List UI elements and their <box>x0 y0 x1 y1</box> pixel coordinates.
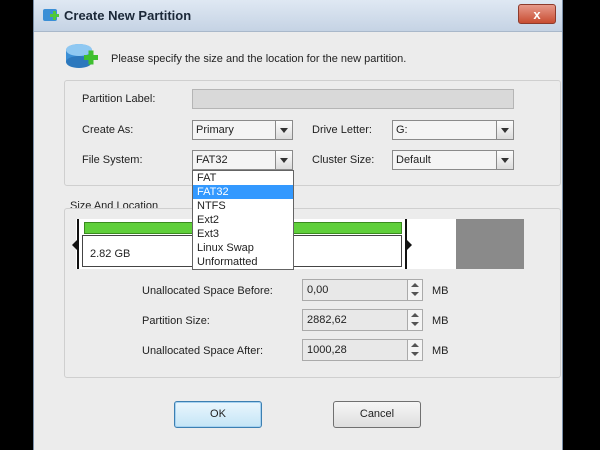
close-button[interactable]: x <box>518 4 556 24</box>
chevron-down-icon[interactable] <box>275 151 292 169</box>
unit-label: MB <box>432 285 449 297</box>
dropdown-option[interactable]: Ext2 <box>193 213 293 227</box>
file-system-dropdown-list: FAT FAT32 NTFS Ext2 Ext3 Linux Swap Unfo… <box>192 170 294 270</box>
file-system-label: File System: <box>82 154 143 166</box>
partition-size-text: 2.82 GB <box>90 248 131 260</box>
partition-size-value: 2882,62 <box>307 314 347 326</box>
chevron-down-icon[interactable] <box>275 121 292 139</box>
unit-label: MB <box>432 315 449 327</box>
unallocated-after-label: Unallocated Space After: <box>142 345 264 357</box>
cluster-size-select[interactable]: Default <box>392 150 514 170</box>
unallocated-space-block <box>456 219 524 269</box>
unallocated-before-value: 0,00 <box>307 284 329 296</box>
cluster-size-label: Cluster Size: <box>312 154 375 166</box>
file-system-value: FAT32 <box>196 154 228 166</box>
partition-label-input[interactable] <box>192 89 514 109</box>
arrow-left-icon <box>72 239 78 251</box>
create-as-select[interactable]: Primary <box>192 120 293 140</box>
file-system-select[interactable]: FAT32 <box>192 150 293 170</box>
spin-buttons[interactable] <box>407 310 422 330</box>
unallocated-before-input[interactable]: 0,00 <box>302 279 423 301</box>
dropdown-option[interactable]: Ext3 <box>193 227 293 241</box>
create-as-value: Primary <box>196 124 234 136</box>
partition-size-input[interactable]: 2882,62 <box>302 309 423 331</box>
spin-up-icon[interactable] <box>411 313 419 317</box>
right-resize-handle[interactable] <box>402 219 412 269</box>
unallocated-after-input[interactable]: 1000,28 <box>302 339 423 361</box>
spin-down-icon[interactable] <box>411 352 419 356</box>
unit-label: MB <box>432 345 449 357</box>
spin-up-icon[interactable] <box>411 343 419 347</box>
left-resize-handle[interactable] <box>72 219 82 269</box>
cluster-size-value: Default <box>396 154 431 166</box>
unallocated-after-value: 1000,28 <box>307 344 347 356</box>
spin-down-icon[interactable] <box>411 322 419 326</box>
drive-letter-label: Drive Letter: <box>312 124 372 136</box>
chevron-down-icon[interactable] <box>496 151 513 169</box>
ok-button[interactable]: OK <box>174 401 262 428</box>
spin-buttons[interactable] <box>407 340 422 360</box>
dialog-window: Create New Partition x Please specify th… <box>33 0 563 450</box>
instruction-text: Please specify the size and the location… <box>111 53 407 65</box>
create-as-label: Create As: <box>82 124 134 136</box>
title-bar[interactable]: Create New Partition x <box>34 0 562 32</box>
cancel-button[interactable]: Cancel <box>333 401 421 428</box>
dropdown-option[interactable]: FAT <box>193 171 293 185</box>
partition-app-icon <box>43 9 59 21</box>
partition-size-label: Partition Size: <box>142 315 210 327</box>
spin-buttons[interactable] <box>407 280 422 300</box>
chevron-down-icon[interactable] <box>496 121 513 139</box>
drive-letter-select[interactable]: G: <box>392 120 514 140</box>
spin-down-icon[interactable] <box>411 292 419 296</box>
window-title: Create New Partition <box>64 8 192 23</box>
partition-map[interactable]: 2.82 GB <box>72 219 524 269</box>
spin-up-icon[interactable] <box>411 283 419 287</box>
arrow-right-icon <box>406 239 412 251</box>
drive-letter-value: G: <box>396 124 408 136</box>
dropdown-option[interactable]: Linux Swap <box>193 241 293 255</box>
dropdown-option[interactable]: NTFS <box>193 199 293 213</box>
dropdown-option[interactable]: Unformatted <box>193 255 293 269</box>
partition-label-label: Partition Label: <box>82 93 156 105</box>
unallocated-before-label: Unallocated Space Before: <box>142 285 273 297</box>
dropdown-option-selected[interactable]: FAT32 <box>193 185 293 199</box>
new-partition-icon <box>66 44 98 68</box>
